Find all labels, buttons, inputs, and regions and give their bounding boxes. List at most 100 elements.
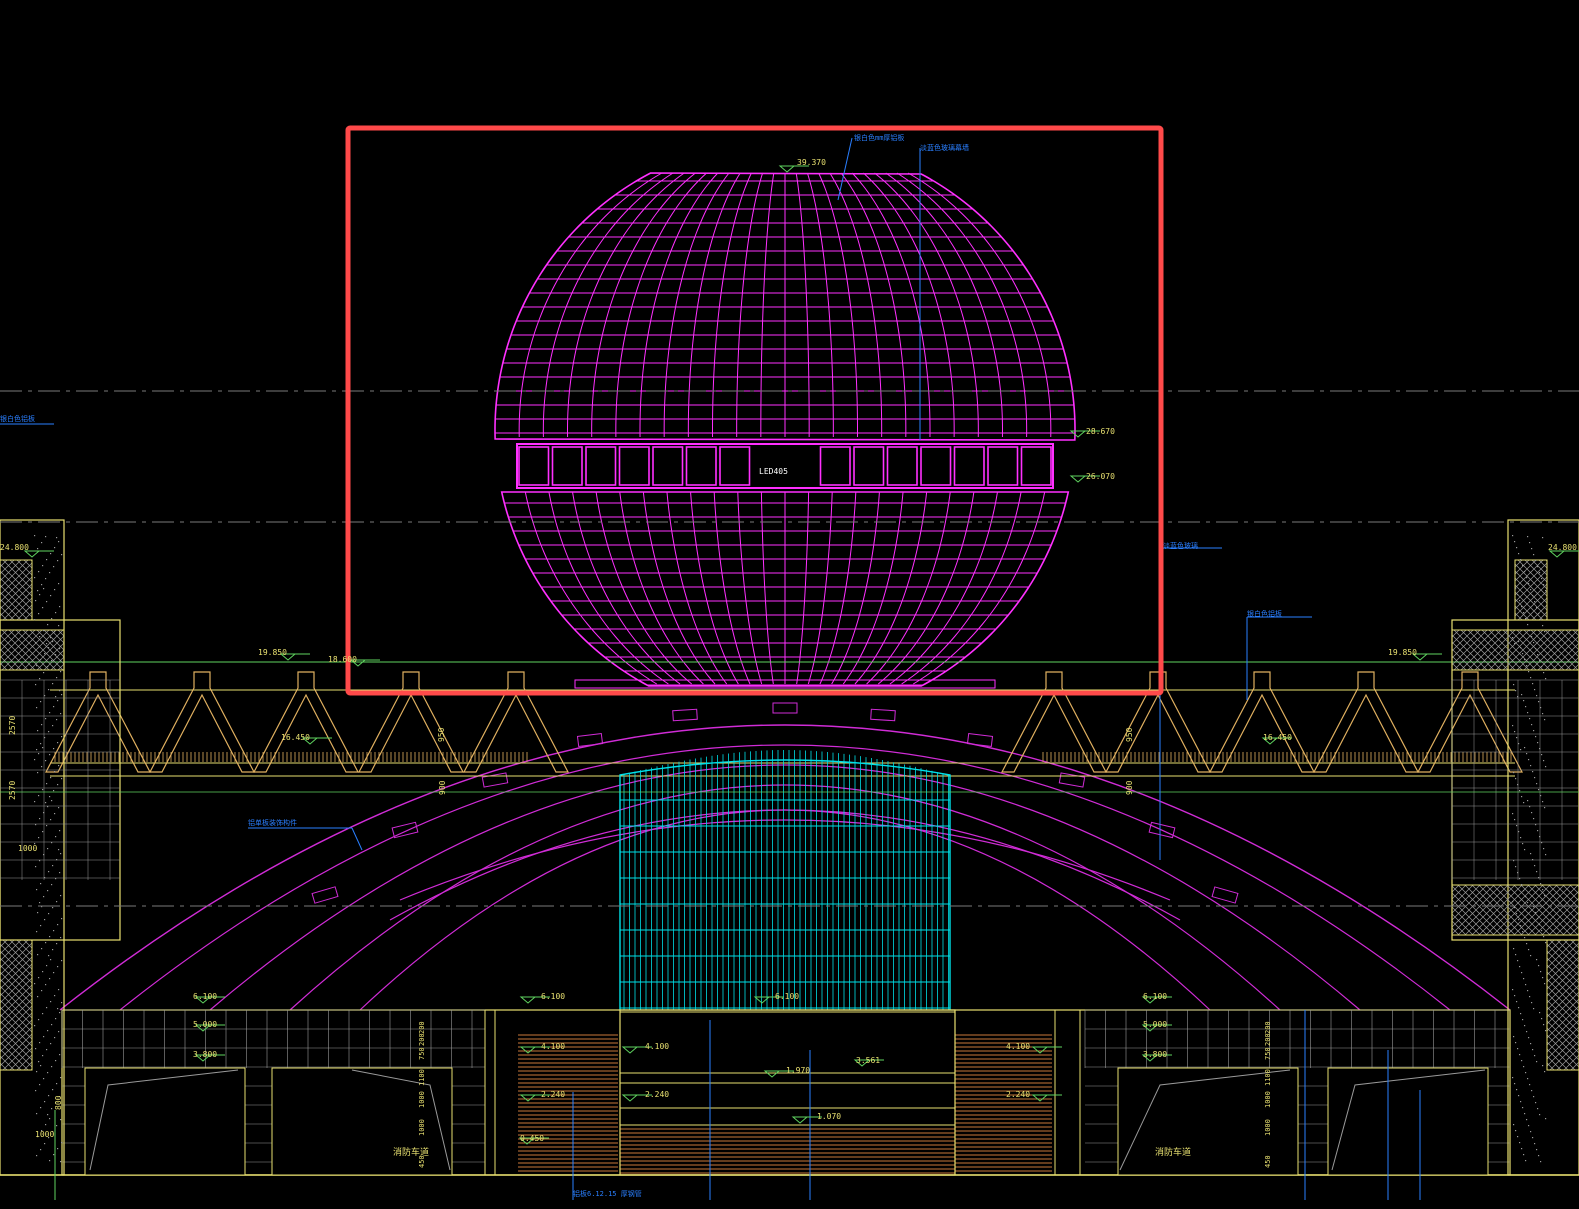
concrete-speck <box>1522 843 1524 845</box>
concrete-speck <box>1512 1077 1514 1079</box>
concrete-speck <box>50 1001 52 1003</box>
concrete-speck <box>1527 536 1529 538</box>
concrete-speck <box>60 1077 62 1079</box>
concrete-speck <box>48 913 50 915</box>
concrete-speck <box>57 560 59 562</box>
concrete-speck <box>1543 848 1545 850</box>
concrete-speck <box>39 678 41 680</box>
concrete-speck <box>57 1008 59 1010</box>
concrete-speck <box>1529 630 1531 632</box>
concrete-speck <box>49 1118 51 1120</box>
dim-truss-left: 950 <box>437 727 446 742</box>
note-left: 银白色铝板 <box>0 414 35 423</box>
concrete-speck <box>1536 1149 1538 1151</box>
concrete-speck <box>1516 1089 1518 1091</box>
note-globe-side: 淡蓝色玻璃幕墙 <box>920 143 969 152</box>
concrete-speck <box>41 584 43 586</box>
level-2240-left: 2.240 <box>541 1090 565 1099</box>
concrete-speck <box>34 535 36 537</box>
concrete-speck <box>58 625 60 627</box>
concrete-speck <box>49 978 51 980</box>
concrete-speck <box>58 989 60 991</box>
concrete-speck <box>48 731 50 733</box>
level-4100-right: 4.100 <box>1006 1042 1030 1051</box>
concrete-speck <box>52 641 54 643</box>
concrete-speck <box>1544 719 1546 721</box>
concrete-speck <box>1544 807 1546 809</box>
concrete-speck <box>61 960 63 962</box>
note-arch: 铝单板装饰构件 <box>248 818 297 827</box>
concrete-speck <box>52 725 54 727</box>
concrete-speck <box>1513 1036 1515 1038</box>
concrete-speck <box>36 1071 38 1073</box>
concrete-speck <box>1515 866 1517 868</box>
concrete-speck <box>48 871 50 873</box>
concrete-speck <box>1524 659 1526 661</box>
concrete-speck <box>59 1054 61 1056</box>
concrete-speck <box>1521 1060 1523 1062</box>
concrete-speck <box>56 1125 58 1127</box>
concrete-speck <box>41 724 43 726</box>
concrete-speck <box>1528 583 1530 585</box>
concrete-speck <box>1540 1161 1542 1163</box>
concrete-speck <box>57 742 59 744</box>
concrete-speck <box>1530 1131 1532 1133</box>
concrete-speck <box>48 1095 50 1097</box>
concrete-speck <box>58 849 60 851</box>
concrete-speck <box>57 700 59 702</box>
concrete-speck <box>1541 666 1543 668</box>
concrete-speck <box>50 819 52 821</box>
concrete-speck <box>44 653 46 655</box>
note-right-a: 淡蓝色玻璃 <box>1163 541 1198 550</box>
concrete-speck <box>37 772 39 774</box>
concrete-speck <box>42 1013 44 1015</box>
concrete-speck <box>1545 678 1547 680</box>
level-belt-top: 28.670 <box>1086 427 1115 436</box>
level-6100-d: 6.100 <box>1143 992 1167 1001</box>
concrete-speck <box>1524 747 1526 749</box>
concrete-speck <box>50 959 52 961</box>
concrete-speck <box>53 748 55 750</box>
concrete-speck <box>50 777 52 779</box>
concrete-speck <box>1545 1030 1547 1032</box>
concrete-speck <box>1533 642 1535 644</box>
concrete-speck <box>1532 1137 1534 1139</box>
concrete-speck <box>40 1149 42 1151</box>
concrete-speck <box>1532 1049 1534 1051</box>
concrete-speck <box>1529 996 1531 998</box>
concrete-speck <box>60 895 62 897</box>
concrete-speck <box>1533 730 1535 732</box>
concrete-speck <box>36 889 38 891</box>
concrete-speck <box>61 694 63 696</box>
room-right-label: 消防车道 <box>1155 1146 1191 1158</box>
concrete-speck <box>1517 1136 1519 1138</box>
concrete-speck <box>1536 1061 1538 1063</box>
concrete-speck <box>1542 977 1544 979</box>
concrete-speck <box>57 784 59 786</box>
dimension-value: 1100 <box>1264 1069 1272 1086</box>
concrete-speck <box>60 1161 62 1163</box>
dimension-value: 200 <box>418 1021 426 1034</box>
concrete-speck <box>1523 1066 1525 1068</box>
concrete-speck <box>1526 943 1528 945</box>
concrete-speck <box>51 1024 53 1026</box>
concrete-speck <box>46 601 48 603</box>
concrete-speck <box>1515 778 1517 780</box>
concrete-speck <box>60 713 62 715</box>
concrete-speck <box>1530 955 1532 957</box>
concrete-speck <box>35 600 37 602</box>
concrete-speck <box>52 865 54 867</box>
concrete-speck <box>1521 884 1523 886</box>
concrete-speck <box>1534 865 1536 867</box>
concrete-speck <box>49 936 51 938</box>
concrete-speck <box>1542 1065 1544 1067</box>
concrete-speck <box>1527 990 1529 992</box>
concrete-speck <box>39 1042 41 1044</box>
dim-left-bottom: 800 <box>54 1095 63 1110</box>
concrete-speck <box>42 971 44 973</box>
concrete-speck <box>1536 871 1538 873</box>
concrete-speck <box>52 683 54 685</box>
concrete-speck <box>1529 718 1531 720</box>
concrete-speck <box>35 684 37 686</box>
concrete-speck <box>40 659 42 661</box>
